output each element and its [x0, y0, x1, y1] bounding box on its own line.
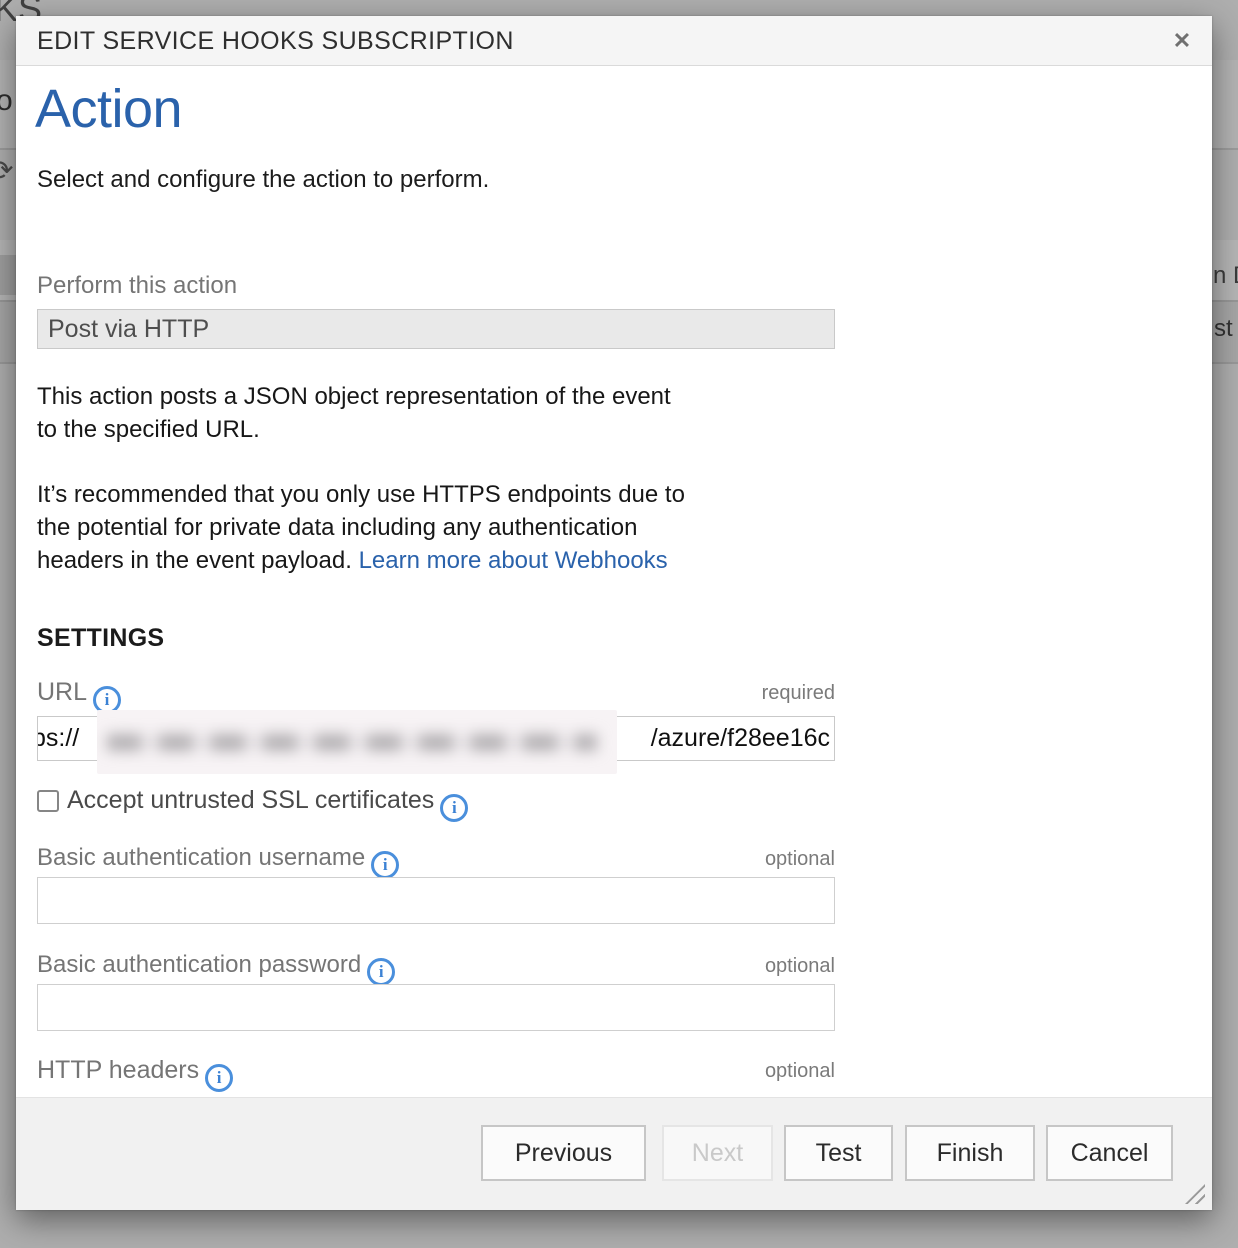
password-info-icon[interactable]: i [367, 958, 395, 986]
learn-more-webhooks-link[interactable]: Learn more about Webhooks [359, 547, 668, 574]
resize-handle[interactable] [1185, 1184, 1205, 1204]
cancel-button[interactable]: Cancel [1046, 1125, 1173, 1181]
redaction-blur-line [107, 734, 597, 751]
http-headers-optional-badge: optional [765, 1060, 835, 1083]
password-label: Basic authentication password [37, 951, 361, 978]
background-band [0, 255, 16, 295]
username-label: Basic authentication username [37, 844, 365, 871]
description-text: headers in the event payload. [37, 547, 352, 574]
password-optional-badge: optional [765, 955, 835, 978]
finish-button[interactable]: Finish [905, 1125, 1035, 1181]
page-subtitle: Select and configure the action to perfo… [37, 166, 489, 194]
http-headers-label: HTTP headers [37, 1056, 199, 1084]
background-text-fragment: o [0, 84, 13, 118]
edit-service-hooks-dialog: EDIT SERVICE HOOKS SUBSCRIPTION ✕ Action… [16, 16, 1212, 1210]
ssl-checkbox[interactable] [37, 790, 59, 812]
username-info-icon[interactable]: i [371, 851, 399, 879]
url-field-wrapper: ps:// /azure/f28ee16c [37, 716, 835, 763]
password-input[interactable] [37, 984, 835, 1031]
close-icon[interactable]: ✕ [1166, 25, 1198, 57]
description-line: the potential for private data including… [37, 511, 847, 544]
background-text-fragment: n D [1213, 262, 1238, 290]
page-title: Action [35, 78, 182, 140]
page-background: KS o ⟳ n D st EDIT SERVICE HOOKS SUBSCRI… [0, 0, 1238, 1248]
ssl-info-icon[interactable]: i [440, 794, 468, 822]
url-value-suffix: /azure/f28ee16c [651, 717, 830, 760]
description-line: headers in the event payload. Learn more… [37, 544, 847, 577]
ssl-checkbox-label: Accept untrusted SSL certificates [67, 786, 434, 814]
dialog-title: EDIT SERVICE HOOKS SUBSCRIPTION [37, 16, 514, 66]
dialog-header: EDIT SERVICE HOOKS SUBSCRIPTION ✕ [16, 16, 1212, 66]
url-value-prefix: ps:// [37, 717, 79, 760]
username-optional-badge: optional [765, 848, 835, 871]
username-input[interactable] [37, 877, 835, 924]
previous-button[interactable]: Previous [481, 1125, 646, 1181]
background-text-fragment: st [1214, 315, 1233, 343]
next-button-disabled: Next [662, 1125, 773, 1181]
refresh-icon: ⟳ [0, 154, 13, 187]
settings-heading: SETTINGS [37, 624, 164, 653]
redaction-blur [97, 710, 617, 774]
description-line: It’s recommended that you only use HTTPS… [37, 478, 847, 511]
action-description: This action posts a JSON object represen… [37, 380, 847, 446]
url-required-badge: required [762, 682, 835, 705]
action-select-disabled: Post via HTTP [37, 309, 835, 349]
http-headers-info-icon[interactable]: i [205, 1064, 233, 1092]
ssl-checkbox-row: Accept untrusted SSL certificatesi [37, 786, 468, 816]
https-recommendation: It’s recommended that you only use HTTPS… [37, 478, 847, 577]
test-button[interactable]: Test [784, 1125, 893, 1181]
url-label: URL [37, 678, 87, 706]
perform-action-label: Perform this action [37, 272, 237, 299]
description-line: This action posts a JSON object represen… [37, 380, 847, 413]
description-line: to the specified URL. [37, 413, 847, 446]
dialog-footer: Previous Next Test Finish Cancel [16, 1097, 1212, 1210]
